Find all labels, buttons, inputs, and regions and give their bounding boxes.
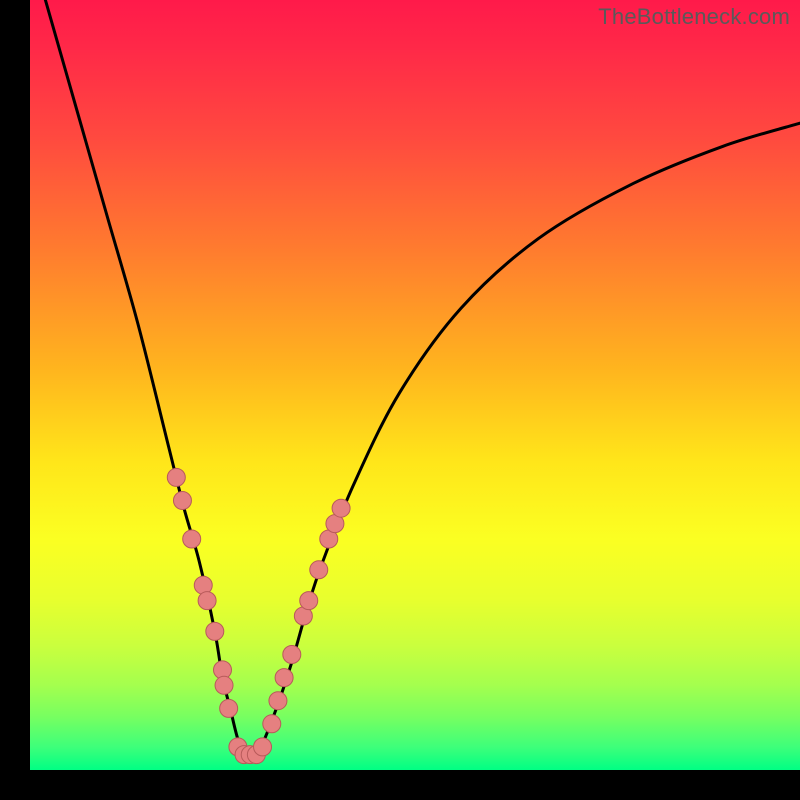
data-point-icon bbox=[310, 561, 328, 579]
chart-overlay bbox=[30, 0, 800, 770]
data-point-icon bbox=[220, 699, 238, 717]
data-point-icon bbox=[241, 746, 259, 764]
data-points-group bbox=[167, 468, 350, 763]
data-point-icon bbox=[326, 515, 344, 533]
data-point-icon bbox=[283, 646, 301, 664]
data-point-icon bbox=[214, 661, 232, 679]
data-point-icon bbox=[332, 499, 350, 517]
data-point-icon bbox=[198, 592, 216, 610]
data-point-icon bbox=[254, 738, 272, 756]
data-point-icon bbox=[235, 746, 253, 764]
data-point-icon bbox=[247, 746, 265, 764]
data-point-icon bbox=[320, 530, 338, 548]
data-point-icon bbox=[215, 676, 233, 694]
chart-plot-area: TheBottleneck.com bbox=[30, 0, 800, 770]
data-point-icon bbox=[269, 692, 287, 710]
data-point-icon bbox=[206, 622, 224, 640]
data-point-icon bbox=[229, 738, 247, 756]
watermark-label: TheBottleneck.com bbox=[598, 4, 790, 30]
data-point-icon bbox=[183, 530, 201, 548]
data-point-icon bbox=[294, 607, 312, 625]
data-point-icon bbox=[167, 468, 185, 486]
data-point-icon bbox=[194, 576, 212, 594]
data-point-icon bbox=[263, 715, 281, 733]
bottleneck-curve bbox=[45, 0, 800, 756]
data-point-icon bbox=[275, 669, 293, 687]
data-point-icon bbox=[173, 492, 191, 510]
data-point-icon bbox=[300, 592, 318, 610]
